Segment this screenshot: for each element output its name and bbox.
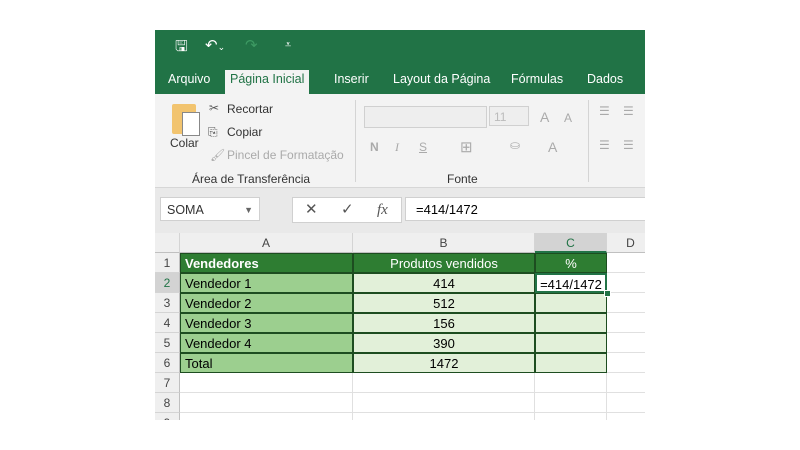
cell-a6[interactable]: Total	[180, 353, 353, 373]
name-box-value: SOMA	[167, 203, 204, 217]
underline-button[interactable]: S	[419, 140, 427, 154]
cell-b2[interactable]: 414	[353, 273, 535, 293]
cell-b7[interactable]	[353, 373, 535, 393]
row-header-1[interactable]: 1	[155, 253, 180, 273]
formula-buttons: ✕ ✓ fx	[292, 197, 402, 223]
undo-icon[interactable]: ↶⌄	[205, 36, 225, 54]
row-header-7[interactable]: 7	[155, 373, 180, 393]
tab-formulas[interactable]: Fórmulas	[503, 70, 571, 94]
cell-d9[interactable]	[607, 413, 645, 420]
cell-b6[interactable]: 1472	[353, 353, 535, 373]
divider	[588, 100, 589, 182]
excel-window: 🖫 ↶⌄ ↷ ⩡ Arquivo Página Inicial Inserir …	[155, 30, 645, 420]
fill-handle[interactable]	[604, 290, 611, 297]
row-header-4[interactable]: 4	[155, 313, 180, 333]
bold-button[interactable]: N	[370, 140, 379, 154]
row-header-2[interactable]: 2	[155, 273, 180, 293]
row-header-9[interactable]: 9	[155, 413, 180, 420]
cancel-icon[interactable]: ✕	[305, 198, 318, 222]
cut-button[interactable]: Recortar	[227, 102, 273, 116]
cell-a2[interactable]: Vendedor 1	[180, 273, 353, 293]
customize-icon[interactable]: ⩡	[285, 39, 291, 52]
font-size-select[interactable]: 11	[489, 106, 529, 126]
tab-arquivo[interactable]: Arquivo	[160, 70, 218, 94]
cell-b4[interactable]: 156	[353, 313, 535, 333]
cell-c3[interactable]	[535, 293, 607, 313]
tab-pagina-inicial[interactable]: Página Inicial	[225, 70, 310, 94]
row-header-8[interactable]: 8	[155, 393, 180, 413]
cell-d8[interactable]	[607, 393, 645, 413]
cell-d1[interactable]	[607, 253, 645, 273]
cell-b3[interactable]: 512	[353, 293, 535, 313]
cell-a3[interactable]: Vendedor 2	[180, 293, 353, 313]
cell-d7[interactable]	[607, 373, 645, 393]
font-color-button[interactable]: A	[548, 139, 557, 155]
row-header-6[interactable]: 6	[155, 353, 180, 373]
format-painter-icon: 🖌	[210, 148, 226, 162]
column-header-d[interactable]: D	[607, 233, 645, 253]
column-header-a[interactable]: A	[180, 233, 353, 253]
format-painter-button[interactable]: Pincel de Formatação	[227, 148, 344, 162]
select-all-button[interactable]	[155, 233, 180, 253]
cell-d3[interactable]	[607, 293, 645, 313]
paste-icon[interactable]	[172, 104, 200, 136]
align-top-icon[interactable]: ☰	[599, 104, 610, 118]
divider	[355, 100, 356, 182]
copy-icon[interactable]: ⎘	[208, 125, 218, 140]
save-icon[interactable]: 🖫	[175, 36, 188, 61]
cell-c6[interactable]	[535, 353, 607, 373]
paste-button[interactable]: Colar	[170, 136, 199, 150]
tab-dados[interactable]: Dados	[579, 70, 631, 94]
font-group-label: Fonte	[447, 172, 478, 186]
italic-button[interactable]: I	[395, 140, 399, 155]
chevron-down-icon[interactable]: ▼	[244, 198, 253, 222]
cell-d2[interactable]	[607, 273, 645, 293]
cell-c2[interactable]: =414/1472	[535, 273, 607, 293]
column-header-b[interactable]: B	[353, 233, 535, 253]
cell-a8[interactable]	[180, 393, 353, 413]
fill-color-icon[interactable]: ⛀	[510, 138, 520, 152]
cell-b9[interactable]	[353, 413, 535, 420]
cell-a5[interactable]: Vendedor 4	[180, 333, 353, 353]
formula-input[interactable]: =414/1472	[405, 197, 645, 221]
align-middle-icon[interactable]: ☰	[623, 104, 634, 118]
tab-inserir[interactable]: Inserir	[326, 70, 377, 94]
cell-a1[interactable]: Vendedores	[180, 253, 353, 273]
cell-b8[interactable]	[353, 393, 535, 413]
cell-b5[interactable]: 390	[353, 333, 535, 353]
cell-a4[interactable]: Vendedor 3	[180, 313, 353, 333]
row-header-3[interactable]: 3	[155, 293, 180, 313]
insert-function-icon[interactable]: fx	[377, 198, 388, 222]
clipboard-group-label: Área de Transferência	[192, 172, 311, 186]
align-center-icon[interactable]: ☰	[623, 138, 634, 152]
enter-icon[interactable]: ✓	[341, 198, 354, 222]
copy-button[interactable]: Copiar	[227, 125, 262, 139]
cell-c5[interactable]	[535, 333, 607, 353]
cell-d6[interactable]	[607, 353, 645, 373]
cell-b1[interactable]: Produtos vendidos	[353, 253, 535, 273]
align-left-icon[interactable]: ☰	[599, 138, 610, 152]
column-header-c[interactable]: C	[535, 233, 607, 253]
cell-c9[interactable]	[535, 413, 607, 420]
tab-layout[interactable]: Layout da Página	[385, 70, 498, 94]
cell-c1[interactable]: %	[535, 253, 607, 273]
name-box[interactable]: SOMA ▼	[160, 197, 260, 221]
redo-icon[interactable]: ↷	[245, 36, 258, 54]
cell-c4[interactable]	[535, 313, 607, 333]
shrink-font-icon[interactable]: A	[564, 111, 572, 125]
cell-c8[interactable]	[535, 393, 607, 413]
cell-d4[interactable]	[607, 313, 645, 333]
cell-c7[interactable]	[535, 373, 607, 393]
cut-icon[interactable]: ✂	[209, 101, 219, 115]
cell-a9[interactable]	[180, 413, 353, 420]
font-name-select[interactable]	[364, 106, 487, 128]
cell-a7[interactable]	[180, 373, 353, 393]
grow-font-icon[interactable]: A	[540, 109, 549, 125]
row-header-5[interactable]: 5	[155, 333, 180, 353]
borders-icon[interactable]: ⊞	[460, 138, 473, 156]
cell-d5[interactable]	[607, 333, 645, 353]
